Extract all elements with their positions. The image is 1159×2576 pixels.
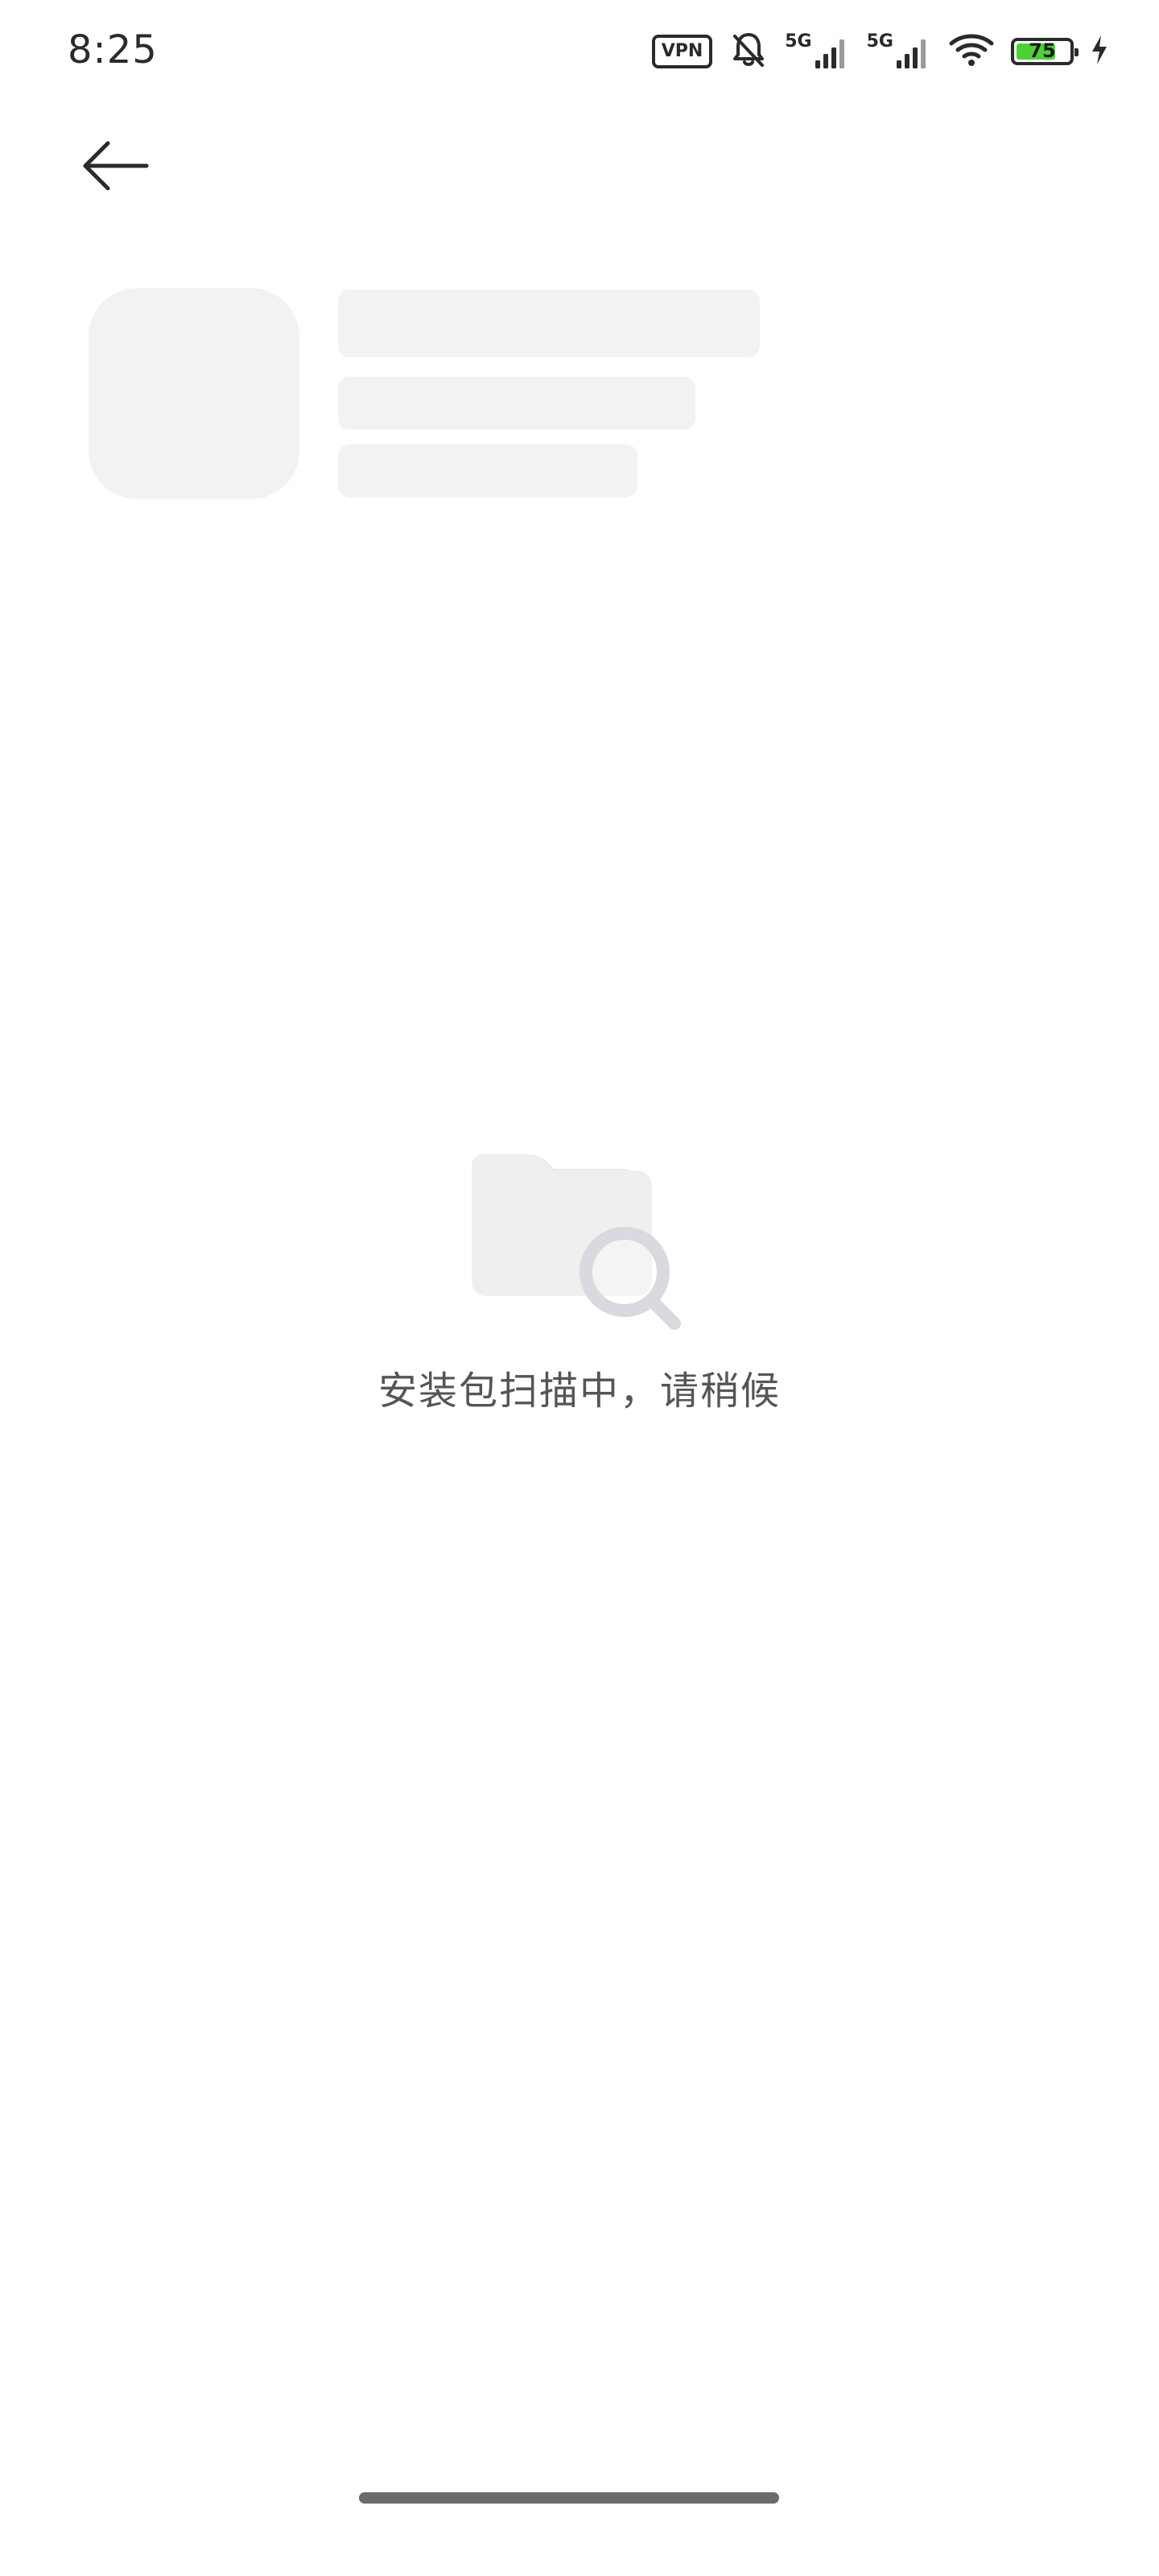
signal-2: 5G bbox=[867, 31, 932, 72]
app-subtitle-placeholder bbox=[338, 377, 695, 430]
status-time: 8:25 bbox=[68, 27, 158, 72]
bell-muted-icon bbox=[728, 30, 769, 73]
signal-2-label: 5G bbox=[866, 31, 893, 52]
battery-icon: 75 bbox=[1011, 38, 1079, 65]
scan-status-text: 安装包扫描中，请稍候 bbox=[377, 1368, 781, 1414]
signal-1-label: 5G bbox=[785, 31, 812, 52]
home-indicator[interactable] bbox=[359, 2492, 779, 2504]
app-title-placeholder bbox=[338, 290, 760, 357]
charging-bolt-icon bbox=[1090, 34, 1109, 69]
back-button[interactable] bbox=[77, 134, 155, 198]
signal-1: 5G bbox=[785, 31, 850, 72]
signal-bars-icon bbox=[895, 36, 932, 72]
app-icon-placeholder bbox=[89, 288, 299, 499]
app-detail-placeholder bbox=[338, 444, 637, 497]
status-bar: 8:25 VPN 5G 5G 75 bbox=[0, 0, 1159, 105]
folder-search-icon bbox=[467, 1151, 684, 1344]
signal-bars-icon bbox=[814, 36, 851, 72]
vpn-icon: VPN bbox=[651, 35, 713, 68]
battery-level: 75 bbox=[1029, 39, 1056, 62]
screen: 8:25 VPN 5G 5G 75 安装包扫描中，请稍候 bbox=[0, 0, 1159, 2576]
wifi-icon bbox=[948, 32, 995, 71]
arrow-left-icon bbox=[77, 141, 155, 201]
status-icons: VPN 5G 5G 75 bbox=[651, 27, 1109, 76]
